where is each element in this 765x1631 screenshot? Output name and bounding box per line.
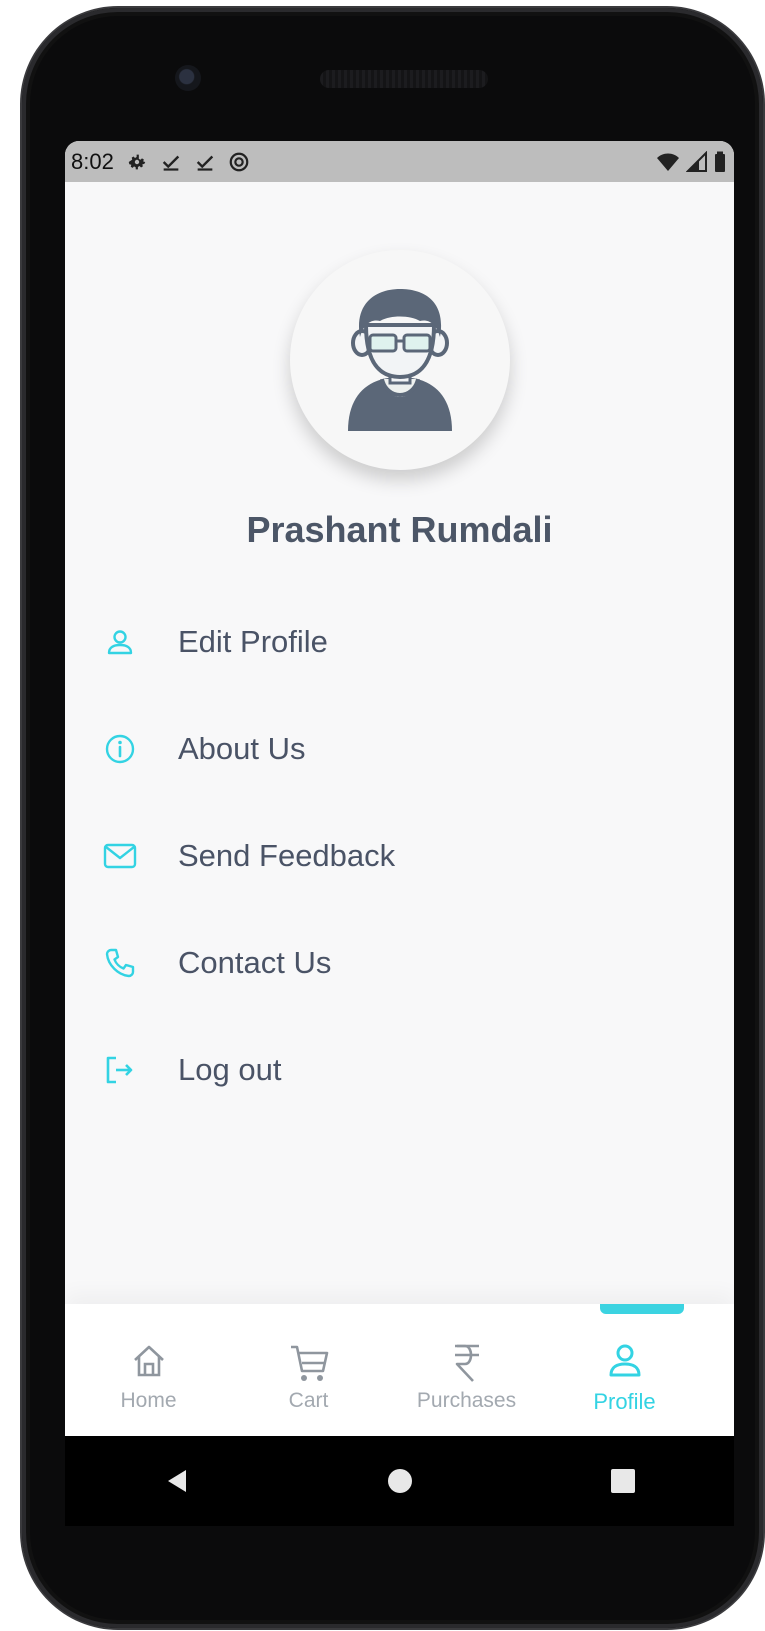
earpiece-speaker — [320, 70, 488, 88]
front-camera — [175, 65, 201, 91]
user-icon — [609, 1344, 640, 1377]
signal-icon — [686, 150, 707, 172]
download-done-icon-2 — [196, 155, 214, 171]
menu-label-edit-profile: Edit Profile — [178, 623, 328, 659]
download-done-icon — [162, 155, 180, 171]
nav-label-profile: Profile — [593, 1389, 656, 1414]
info-icon — [100, 729, 140, 769]
menu-label-about-us: About Us — [178, 730, 306, 766]
nav-cart[interactable]: Cart — [225, 1304, 392, 1436]
user-icon — [100, 622, 140, 662]
cart-icon — [290, 1345, 328, 1381]
phone-icon — [100, 943, 140, 983]
recents-icon[interactable] — [610, 1468, 636, 1494]
profile-name: Prashant Rumdali — [246, 509, 553, 550]
active-tab-indicator — [600, 1304, 684, 1314]
nav-purchases[interactable]: Purchases — [383, 1304, 550, 1436]
nav-label-cart: Cart — [288, 1389, 329, 1412]
avatar[interactable] — [290, 250, 510, 470]
rupee-icon — [454, 1344, 479, 1382]
menu-item-contact-us[interactable]: Contact Us — [100, 909, 700, 1016]
status-bar: 8:02 — [65, 141, 734, 182]
avatar-person-icon — [348, 289, 452, 431]
menu-item-log-out[interactable]: Log out — [100, 1016, 700, 1123]
menu-label-log-out: Log out — [178, 1051, 282, 1087]
settings-icon — [128, 154, 146, 169]
logout-icon — [100, 1050, 140, 1090]
back-icon[interactable] — [164, 1468, 190, 1494]
menu-label-send-feedback: Send Feedback — [178, 837, 396, 873]
menu-item-about-us[interactable]: About Us — [100, 695, 700, 802]
app-screen: 8:02 Prashant Rumdali Edit Profile About… — [65, 141, 734, 1436]
home-button-icon[interactable] — [387, 1468, 413, 1494]
profile-menu: Edit Profile About Us Send Feedback Cont… — [100, 588, 700, 1123]
nav-home[interactable]: Home — [65, 1304, 232, 1436]
status-time: 8:02 — [71, 148, 114, 174]
nav-label-purchases: Purchases — [416, 1389, 517, 1412]
home-icon — [133, 1345, 164, 1377]
bottom-navigation: Home Cart Purchases Profile — [65, 1304, 734, 1436]
battery-icon — [715, 151, 725, 172]
nav-label-home: Home — [120, 1389, 177, 1412]
menu-item-edit-profile[interactable]: Edit Profile — [100, 588, 700, 695]
mail-icon — [100, 836, 140, 876]
nav-profile[interactable]: Profile — [541, 1304, 708, 1436]
system-navigation-bar — [65, 1436, 734, 1526]
menu-item-send-feedback[interactable]: Send Feedback — [100, 802, 700, 909]
wifi-icon — [657, 153, 679, 171]
menu-label-contact-us: Contact Us — [178, 944, 332, 980]
sync-icon — [229, 152, 249, 171]
